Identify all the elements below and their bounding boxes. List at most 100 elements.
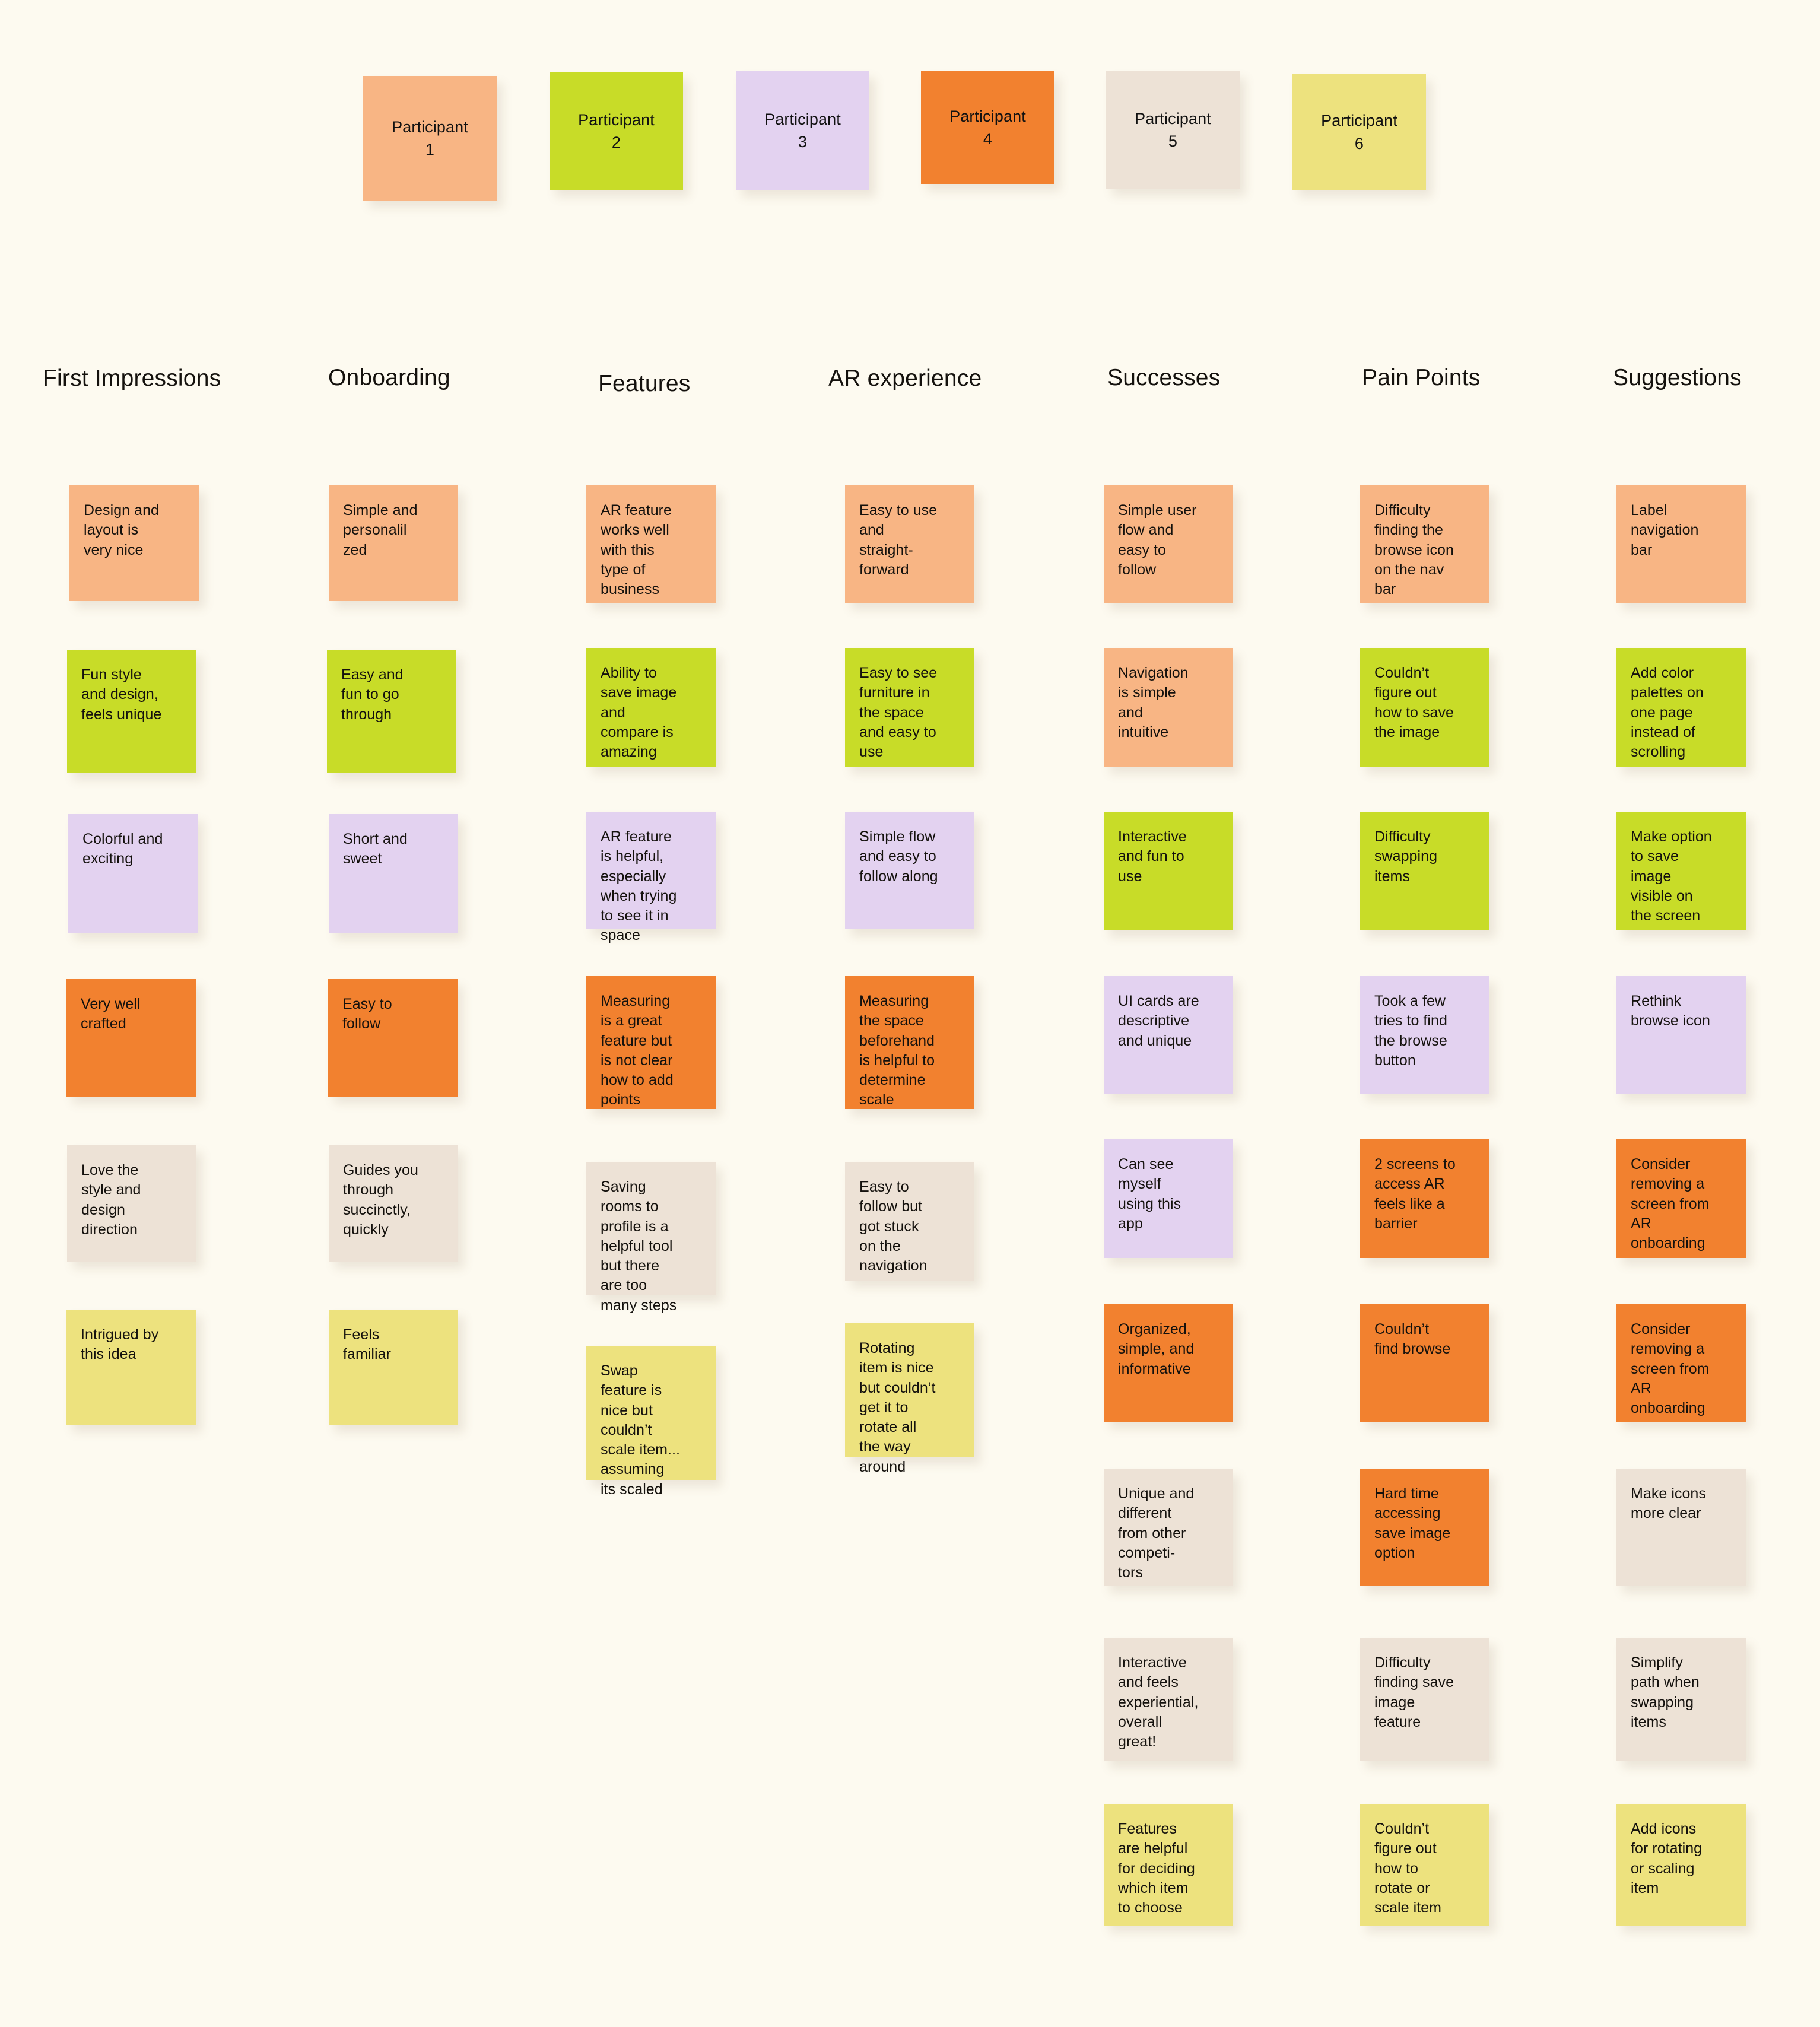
sticky-note-text: Difficulty finding save image feature — [1374, 1654, 1454, 1730]
sticky-note[interactable]: Rethink browse icon — [1616, 976, 1746, 1094]
sticky-note-text: Measuring the space beforehand is helpfu… — [859, 993, 935, 1108]
sticky-note[interactable]: Add icons for rotating or scaling item — [1616, 1804, 1746, 1926]
sticky-note-text: AR feature works well with this type of … — [601, 502, 672, 598]
sticky-note[interactable]: Colorful and exciting — [68, 814, 198, 933]
sticky-note[interactable]: Simple and personalil zed — [329, 485, 458, 601]
sticky-note[interactable]: Organized, simple, and informative — [1104, 1304, 1233, 1422]
sticky-note[interactable]: Intrigued by this idea — [66, 1310, 196, 1425]
sticky-note[interactable]: Interactive and fun to use — [1104, 812, 1233, 930]
sticky-note[interactable]: Features are helpful for deciding which … — [1104, 1804, 1233, 1926]
column-header: Features — [598, 371, 691, 396]
sticky-note-text: Took a few tries to find the browse butt… — [1374, 993, 1447, 1069]
participant-legend-label: Participant 1 — [392, 117, 468, 158]
participant-legend-card[interactable]: Participant 6 — [1292, 74, 1426, 190]
sticky-note[interactable]: Fun style and design, feels unique — [67, 650, 196, 773]
sticky-note-text: Simple and personalil zed — [343, 502, 418, 558]
sticky-note-text: Simple flow and easy to follow along — [859, 828, 938, 885]
sticky-note[interactable]: UI cards are descriptive and unique — [1104, 976, 1233, 1094]
sticky-note[interactable]: Very well crafted — [66, 979, 196, 1097]
column-header: AR experience — [828, 366, 982, 391]
participant-legend-label: Participant 3 — [764, 110, 841, 151]
sticky-note-text: Couldn’t find browse — [1374, 1321, 1451, 1358]
sticky-note-text: Easy to see furniture in the space and e… — [859, 665, 938, 760]
participant-legend-card[interactable]: Participant 4 — [921, 71, 1054, 184]
sticky-note[interactable]: Difficulty finding save image feature — [1360, 1638, 1489, 1761]
sticky-note[interactable]: Swap feature is nice but couldn’t scale … — [586, 1346, 716, 1498]
participant-legend-label: Participant 2 — [578, 110, 655, 151]
sticky-note-text: Navigation is simple and intuitive — [1118, 665, 1189, 741]
sticky-note[interactable]: AR feature works well with this type of … — [586, 485, 716, 603]
sticky-note[interactable]: Couldn’t figure out how to save the imag… — [1360, 648, 1489, 767]
sticky-note[interactable]: Feels familiar — [329, 1310, 458, 1425]
sticky-note[interactable]: Short and sweet — [329, 814, 458, 933]
sticky-note-text: Interactive and feels experiential, over… — [1118, 1654, 1199, 1750]
participant-legend-label: Participant 5 — [1135, 109, 1211, 150]
sticky-note[interactable]: Rotating item is nice but couldn’t get i… — [845, 1323, 974, 1475]
sticky-note-text: Very well crafted — [81, 996, 141, 1032]
sticky-note[interactable]: Easy to see furniture in the space and e… — [845, 648, 974, 767]
sticky-note[interactable]: Consider removing a screen from AR onboa… — [1616, 1139, 1746, 1258]
sticky-note[interactable]: Can see myself using this app — [1104, 1139, 1233, 1258]
sticky-note-text: Swap feature is nice but couldn’t scale … — [601, 1362, 681, 1498]
participant-legend-label: Participant 6 — [1321, 112, 1397, 152]
sticky-note[interactable]: Guides you through succinctly, quickly — [329, 1145, 458, 1262]
sticky-note[interactable]: Add color palettes on one page instead o… — [1616, 648, 1746, 767]
sticky-note[interactable]: Make icons more clear — [1616, 1469, 1746, 1586]
sticky-note-text: Intrigued by this idea — [81, 1326, 159, 1363]
sticky-note[interactable]: Easy to follow — [328, 979, 458, 1097]
sticky-note[interactable]: Simple user flow and easy to follow — [1104, 485, 1233, 603]
sticky-note[interactable]: Couldn’t find browse — [1360, 1304, 1489, 1422]
sticky-note[interactable]: Make option to save image visible on the… — [1616, 812, 1746, 930]
sticky-note[interactable]: Took a few tries to find the browse butt… — [1360, 976, 1489, 1094]
sticky-note[interactable]: Navigation is simple and intuitive — [1104, 648, 1233, 767]
sticky-note[interactable]: Difficulty swapping items — [1360, 812, 1489, 930]
participant-legend-card[interactable]: Participant 5 — [1106, 71, 1240, 189]
sticky-note-text: Love the style and design direction — [81, 1162, 141, 1238]
sticky-note[interactable]: Measuring the space beforehand is helpfu… — [845, 976, 974, 1109]
sticky-note-text: UI cards are descriptive and unique — [1118, 993, 1199, 1049]
sticky-note[interactable]: Unique and different from other competi-… — [1104, 1469, 1233, 1586]
sticky-note[interactable]: Saving rooms to profile is a helpful too… — [586, 1162, 716, 1314]
sticky-note-text: AR feature is helpful, especially when t… — [601, 828, 677, 944]
sticky-note-text: Measuring is a great feature but is not … — [601, 993, 674, 1108]
sticky-note[interactable]: Easy and fun to go through — [327, 650, 456, 773]
sticky-note-text: Label navigation bar — [1631, 502, 1699, 558]
sticky-note-text: Fun style and design, feels unique — [81, 666, 162, 723]
sticky-note-text: Make icons more clear — [1631, 1485, 1706, 1522]
sticky-note-text: Features are helpful for deciding which … — [1118, 1821, 1195, 1916]
sticky-note-text: Rotating item is nice but couldn’t get i… — [859, 1340, 936, 1475]
sticky-note-text: Couldn’t figure out how to rotate or sca… — [1374, 1821, 1442, 1916]
sticky-note[interactable]: Couldn’t figure out how to rotate or sca… — [1360, 1804, 1489, 1926]
sticky-note-text: Easy to follow but got stuck on the navi… — [859, 1178, 928, 1274]
sticky-note-text: Hard time accessing save image option — [1374, 1485, 1451, 1561]
sticky-note[interactable]: Difficulty finding the browse icon on th… — [1360, 485, 1489, 603]
sticky-note[interactable]: Love the style and design direction — [67, 1145, 196, 1262]
sticky-note[interactable]: 2 screens to access AR feels like a barr… — [1360, 1139, 1489, 1258]
sticky-note-text: Saving rooms to profile is a helpful too… — [601, 1178, 677, 1314]
sticky-note-text: Make option to save image visible on the… — [1631, 828, 1712, 924]
sticky-note[interactable]: Measuring is a great feature but is not … — [586, 976, 716, 1109]
sticky-note[interactable]: AR feature is helpful, especially when t… — [586, 812, 716, 943]
participant-legend-card[interactable]: Participant 1 — [363, 76, 497, 201]
sticky-note[interactable]: Simple flow and easy to follow along — [845, 812, 974, 929]
sticky-note[interactable]: Easy to follow but got stuck on the navi… — [845, 1162, 974, 1281]
sticky-note-text: Simple user flow and easy to follow — [1118, 502, 1197, 578]
sticky-note-text: Consider removing a screen from AR onboa… — [1631, 1321, 1710, 1416]
sticky-note[interactable]: Simplify path when swapping items — [1616, 1638, 1746, 1761]
sticky-note-text: Organized, simple, and informative — [1118, 1321, 1195, 1377]
participant-legend-card[interactable]: Participant 3 — [736, 71, 869, 190]
sticky-note-text: Ability to save image and compare is ama… — [601, 665, 677, 760]
sticky-note[interactable]: Easy to use and straight- forward — [845, 485, 974, 603]
sticky-note-text: Easy and fun to go through — [341, 666, 404, 723]
sticky-note[interactable]: Design and layout is very nice — [69, 485, 199, 601]
sticky-note[interactable]: Consider removing a screen from AR onboa… — [1616, 1304, 1746, 1422]
sticky-note-text: Feels familiar — [343, 1326, 391, 1363]
sticky-note[interactable]: Ability to save image and compare is ama… — [586, 648, 716, 767]
participant-legend-card[interactable]: Participant 2 — [550, 72, 683, 190]
sticky-note-text: Difficulty finding the browse icon on th… — [1374, 502, 1454, 598]
sticky-note-text: Consider removing a screen from AR onboa… — [1631, 1156, 1710, 1251]
sticky-note-text: Design and layout is very nice — [84, 502, 159, 558]
sticky-note[interactable]: Label navigation bar — [1616, 485, 1746, 603]
sticky-note[interactable]: Hard time accessing save image option — [1360, 1469, 1489, 1586]
sticky-note[interactable]: Interactive and feels experiential, over… — [1104, 1638, 1233, 1761]
